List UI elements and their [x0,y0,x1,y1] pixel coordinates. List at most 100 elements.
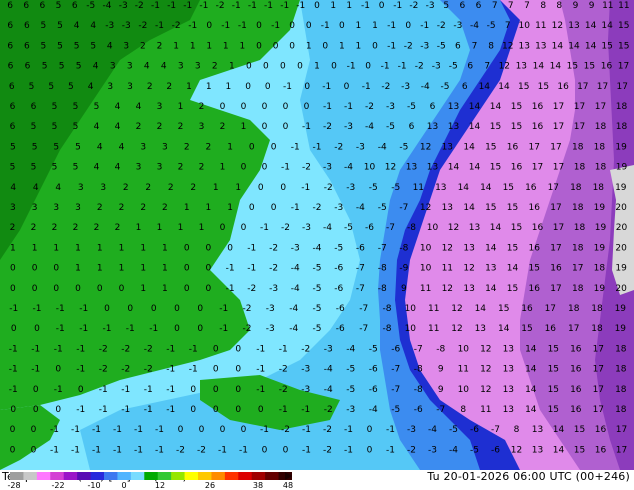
temperature-value-label: -3 [401,82,410,92]
temperature-value-label: -2 [301,344,310,354]
temperature-value-label: -5 [391,183,400,193]
temperature-value-label: -2 [302,163,311,173]
temperature-value-label: 1 [372,21,378,31]
temperature-value-label: -1 [302,445,311,455]
temperature-value-label: -3 [334,203,343,213]
temperature-value-label: 16 [601,62,613,72]
temperature-value-label: 13 [442,142,453,152]
temperature-value-label: 0 [271,142,277,152]
temperature-value-label: -1 [239,445,248,455]
temperature-value-label: 0 [213,405,219,415]
temperature-value-label: 14 [585,21,597,31]
temperature-value-label: 4 [93,62,99,72]
temperature-value-label: -2 [334,142,343,152]
temperature-value-label: -5 [407,102,416,112]
temperature-value-label: 2 [31,223,37,233]
temperature-value-label: 0 [190,385,196,395]
temperature-value-label: -1 [166,405,175,415]
temperature-value-label: 1 [178,223,184,233]
temperature-value-label: -8 [436,344,445,354]
temperature-value-label: 4 [115,122,121,132]
temperature-value-label: 6 [24,21,30,31]
temperature-value-label: 2 [190,183,196,193]
temperature-value-label: -4 [289,304,298,314]
temperature-value-label: 17 [545,304,556,314]
temperature-value-label: 14 [498,82,510,92]
temperature-value-label: 1 [314,62,320,72]
temperature-value-label: 20 [615,203,627,213]
temperature-value-label: 7 [524,1,530,11]
legend-color-swatch [10,472,24,480]
temperature-value-label: 0 [220,102,226,112]
temperature-value-label: -3 [302,223,311,233]
temperature-value-label: -1 [76,344,85,354]
temperature-value-label: -1 [134,425,143,435]
temperature-value-label: 19 [616,163,628,173]
temperature-value-label: 6 [7,21,13,31]
temperature-value-label: -1 [126,324,135,334]
temperature-value-label: 1 [157,223,163,233]
temperature-value-label: 5 [59,62,65,72]
temperature-value-label: 0 [289,21,295,31]
temperature-value-label: 13 [518,41,529,51]
temperature-value-label: 19 [595,223,607,233]
temperature-value-label: -5 [391,405,400,415]
temperature-value-label: 15 [518,82,529,92]
temperature-value-label: 0 [235,344,241,354]
temperature-value-label: 1 [162,243,168,253]
temperature-value-label: 14 [568,41,580,51]
temperature-value-label: -8 [399,243,408,253]
temperature-value-label: -5 [344,223,353,233]
temperature-value-label: 2 [166,82,172,92]
temperature-value-label: 1 [213,183,219,193]
temperature-value-label: 1 [206,82,212,92]
temperature-value-label: -5 [313,264,322,274]
temperature-value-label: -8 [383,324,392,334]
temperature-value-label: 14 [552,41,564,51]
legend-color-swatch [77,472,92,480]
temperature-value-label: 11 [618,1,629,11]
temperature-value-label: -2 [279,385,288,395]
temperature-value-label: 18 [568,304,580,314]
temperature-value-label: 8 [556,1,562,11]
temperature-value-label: 1 [140,284,146,294]
temperature-value-label: -1 [302,425,311,435]
temperature-value-label: -1 [321,21,330,31]
temperature-value-label: -5 [449,62,458,72]
temperature-value-label: 7 [492,1,498,11]
temperature-value-label: -5 [369,344,378,354]
temperature-value-label: 0 [262,122,268,132]
temperature-value-label: -8 [407,223,416,233]
temperature-map[interactable]: 6 6 6 5 6 -5 -4 -3 -2 -1 -1 -1 -1 -2 -1 -1 -1 -1 -1 0 1 1 -1 0-… [0,0,634,470]
temperature-value-label: -2 [365,102,374,112]
legend-tick: -22 [51,481,65,490]
temperature-value-label: 4 [97,142,103,152]
legend-tick: 12 [154,481,166,490]
temperature-value-label: -4 [449,445,458,455]
temperature-value-label: 6 [23,1,29,11]
temperature-value-label: 4 [90,21,96,31]
temperature-value-label: 17 [597,82,608,92]
temperature-value-label: 1 [229,62,235,72]
temperature-value-label: -1 [247,243,256,253]
temperature-value-label: -3 [420,41,429,51]
legend-color-swatch [104,472,118,480]
legend-color-swatch [251,472,266,480]
temperature-value-label: 0 [55,405,61,415]
temperature-value-label: 15 [618,21,629,31]
temperature-value-label: 14 [553,445,565,455]
temperature-value-label: 18 [591,324,603,334]
temperature-value-label: 9 [438,385,444,395]
temperature-value-label: -4 [344,163,353,173]
temperature-value-label: 0 [184,264,190,274]
temperature-value-label: -2 [144,365,153,375]
temperature-value-label: -6 [336,324,345,334]
temperature-value-label: 13 [463,243,474,253]
temperature-value-label: 5 [443,1,449,11]
legend-tick: 26 [204,481,216,490]
temperature-value-label: 0 [55,365,61,375]
temperature-value-label: 1 [339,41,345,51]
temperature-value-label: 18 [572,284,584,294]
temperature-value-label: -7 [414,344,423,354]
temperature-value-label: 5 [52,122,58,132]
